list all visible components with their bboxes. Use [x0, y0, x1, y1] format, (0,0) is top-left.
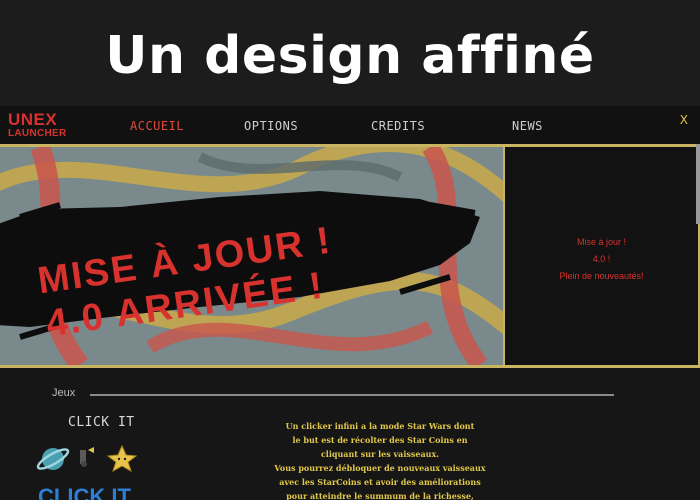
- close-button[interactable]: X: [680, 113, 688, 127]
- description-line-1: Un clicker infini a la mode Star Wars do…: [285, 421, 475, 431]
- news-line-3: Plein de nouveautés!: [559, 271, 644, 281]
- game-logo-text: CLICK IT: [38, 484, 131, 500]
- page-headline: Un design affiné: [0, 0, 700, 106]
- nav-tab-options[interactable]: OPTIONS: [244, 119, 298, 133]
- news-text-block: Mise à jour ! 4.0 ! Plein de nouveautés!: [505, 234, 698, 285]
- planet-icon: [36, 448, 70, 470]
- description-line-3: cliquant sur les vaisseaux.: [320, 449, 440, 459]
- star-icon: [106, 444, 138, 473]
- banner-artwork: MISE À JOUR ! 4.0 ARRIVÉE !: [0, 147, 503, 365]
- nav-tab-news[interactable]: NEWS: [512, 119, 543, 133]
- game-title: CLICK IT: [68, 415, 135, 430]
- description-line-5: avec les StarCoins et avoir des améliora…: [279, 477, 481, 487]
- vertical-scrollbar[interactable]: [696, 144, 700, 224]
- featured-banner-strip: MISE À JOUR ! 4.0 ARRIVÉE ! Mise à jour …: [0, 144, 700, 368]
- news-line-1: Mise à jour !: [576, 237, 627, 247]
- nav-tab-accueil[interactable]: ACCUEIL: [130, 119, 184, 133]
- games-section-label: Jeux: [52, 387, 76, 399]
- unex-launcher-logo: UNEX LAUNCHER: [8, 111, 68, 139]
- section-divider: [90, 394, 614, 396]
- news-line-2: 4.0 !: [592, 254, 611, 264]
- top-navigation-bar: UNEX LAUNCHER ACCUEIL OPTIONS CREDITS NE…: [0, 106, 700, 144]
- nav-tab-credits[interactable]: CREDITS: [371, 119, 425, 133]
- ship-icon: [80, 447, 94, 467]
- logo-title: UNEX: [8, 110, 58, 129]
- description-line-4: Vous pourrez débloquer de nouveaux vaiss…: [274, 463, 486, 473]
- update-banner-image[interactable]: MISE À JOUR ! 4.0 ARRIVÉE !: [0, 147, 503, 365]
- logo-subtitle: LAUNCHER: [8, 128, 67, 139]
- click-it-logo-art: CLICK IT: [36, 444, 138, 500]
- game-description: Un clicker infini a la mode Star Wars do…: [262, 419, 498, 500]
- description-line-6: pour atteindre le summum de la richesse,: [286, 491, 474, 500]
- click-it-game-tile[interactable]: CLICK IT: [36, 442, 146, 500]
- launcher-window: UNEX LAUNCHER ACCUEIL OPTIONS CREDITS NE…: [0, 106, 700, 500]
- description-line-2: le but est de récolter des Star Coins en: [292, 435, 468, 445]
- news-side-panel: Mise à jour ! 4.0 ! Plein de nouveautés!: [505, 147, 698, 365]
